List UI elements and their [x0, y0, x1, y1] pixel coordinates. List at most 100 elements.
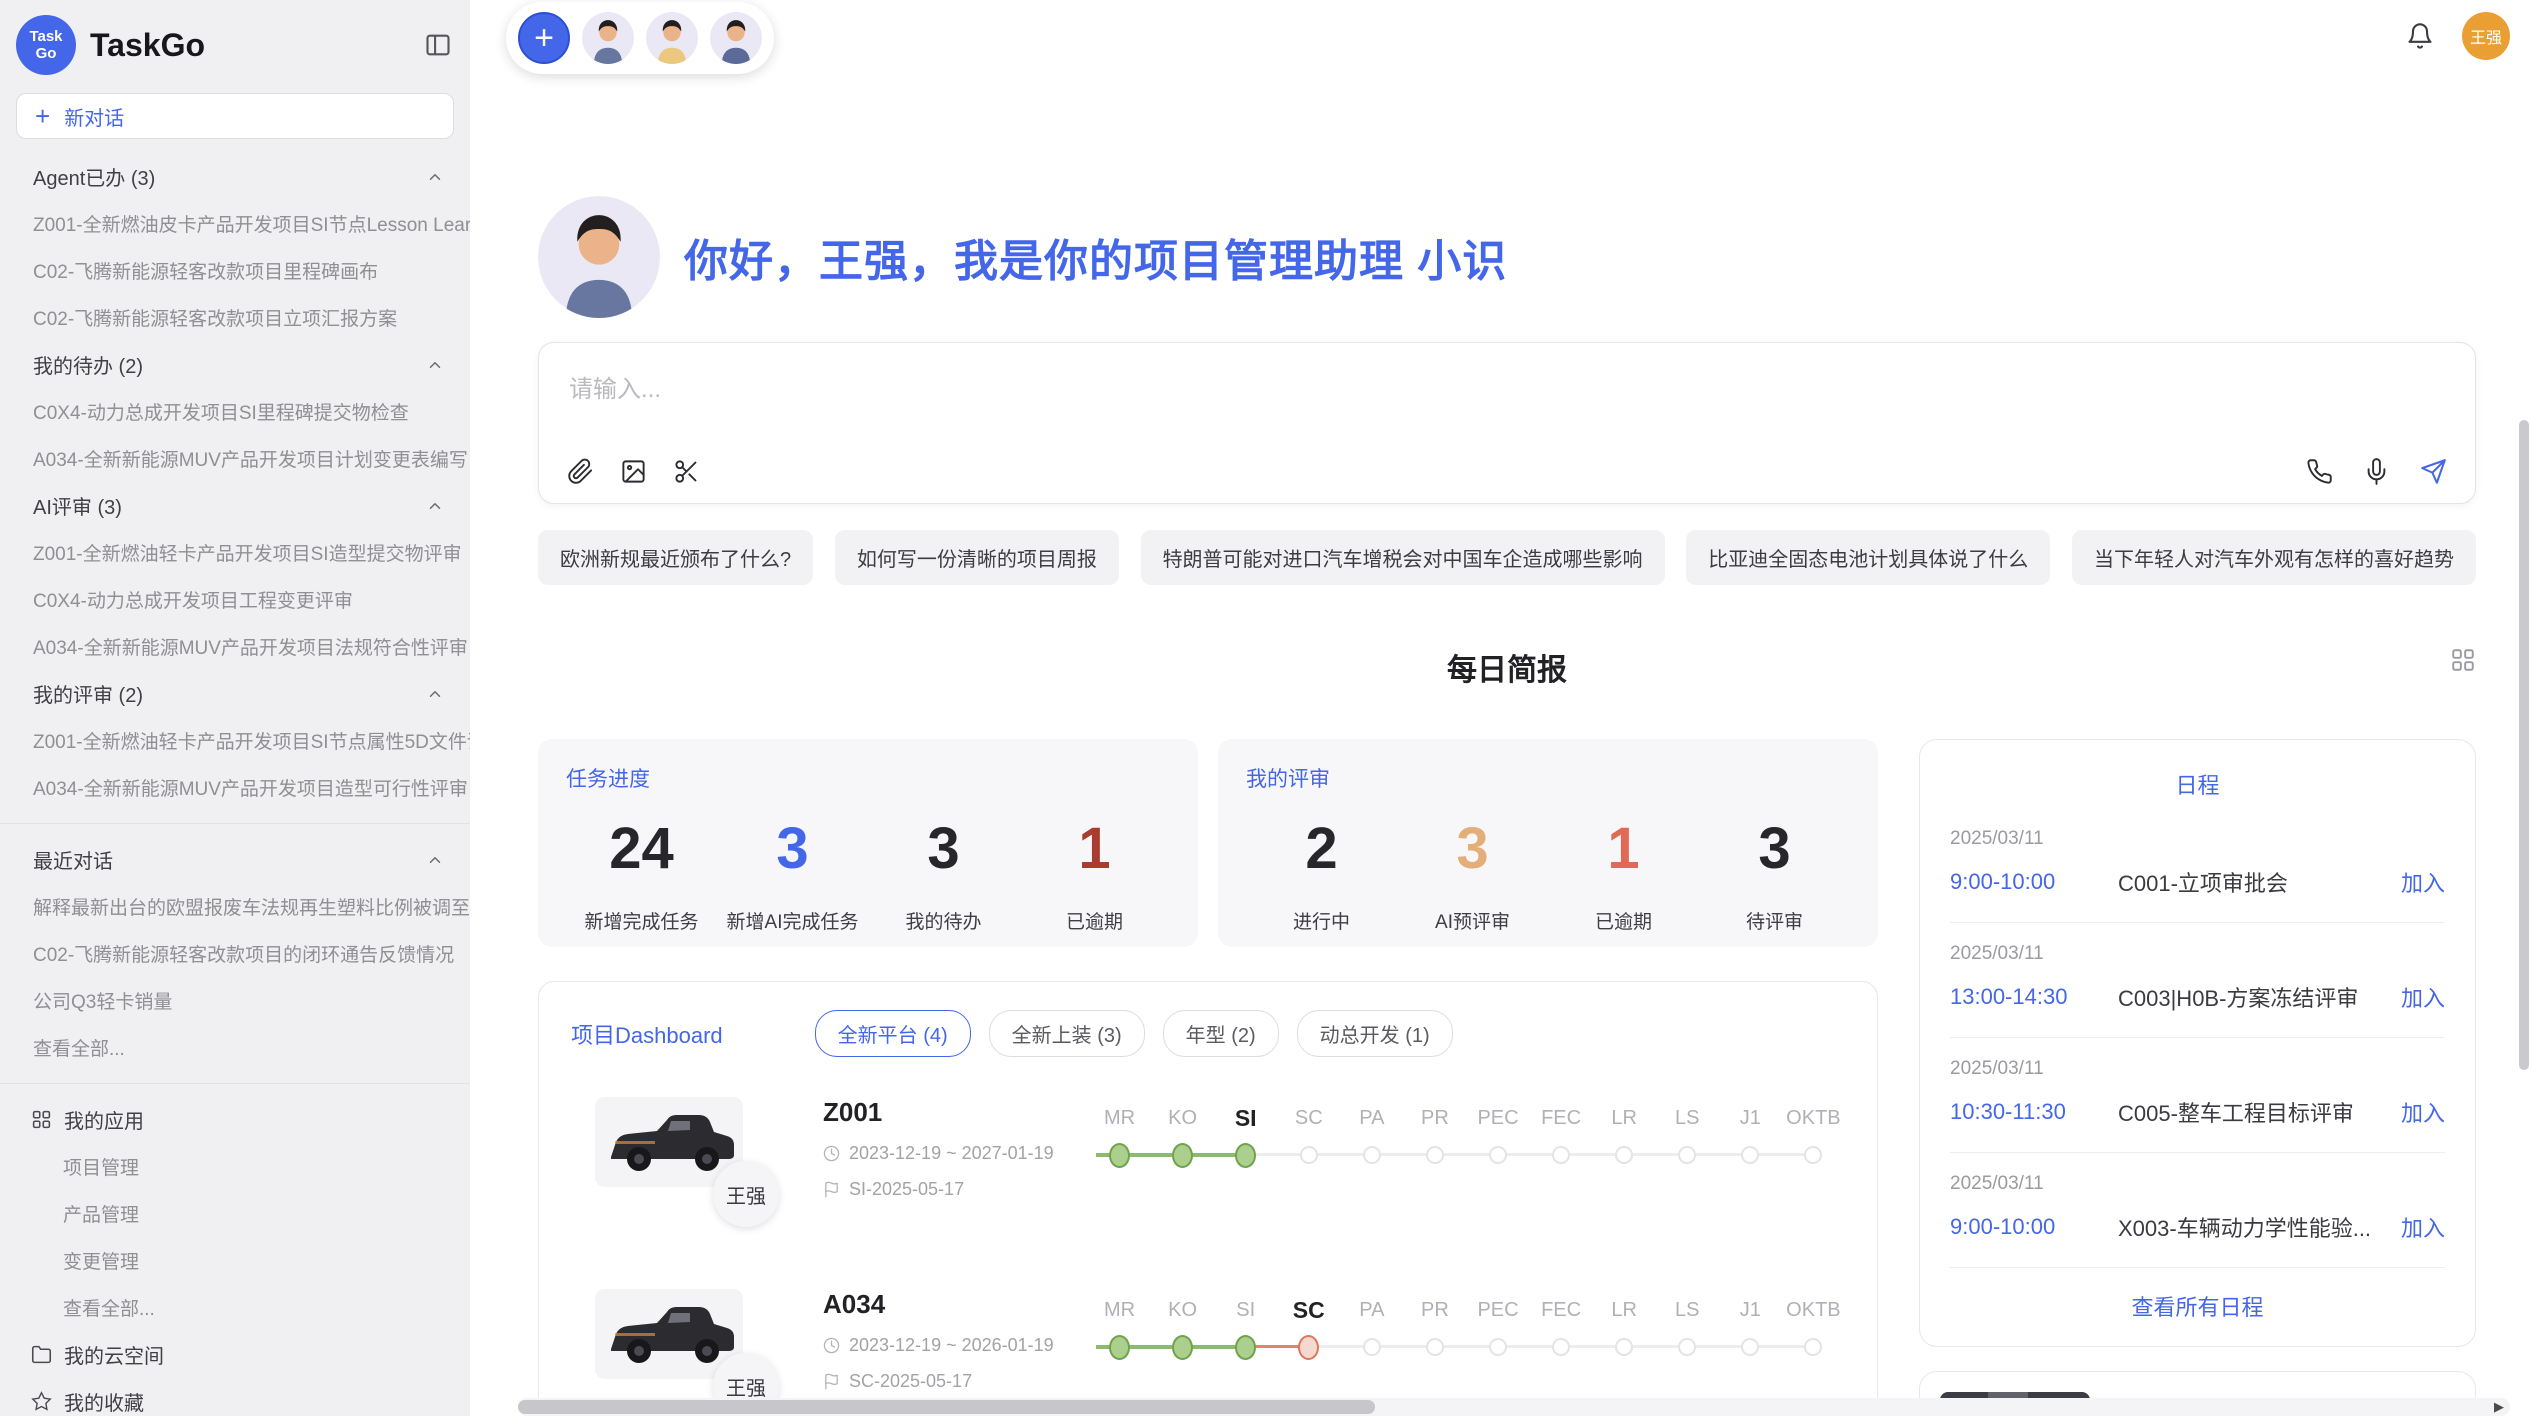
sidebar-task-item[interactable]: Z001-全新燃油皮卡产品开发项目SI节点Lesson Learn报告 — [0, 200, 470, 247]
view-all-schedule-link[interactable]: 查看所有日程 — [1950, 1290, 2445, 1322]
dashboard-tab-2[interactable]: 全新上装 (3) — [989, 1010, 1145, 1057]
stat-label: AI预评审 — [1397, 907, 1548, 934]
join-meeting-link[interactable]: 加入 — [2401, 866, 2445, 898]
milestone-node — [1678, 1338, 1696, 1356]
milestone-pec: PEC — [1466, 1293, 1529, 1367]
chat-composer — [538, 342, 2476, 504]
image-upload-icon[interactable] — [620, 458, 647, 485]
milestone-node — [1552, 1338, 1570, 1356]
new-chat-button[interactable]: + 新对话 — [16, 93, 454, 139]
sidebar-task-item[interactable]: C0X4-动力总成开发项目SI里程碑提交物检查 — [0, 388, 470, 435]
taskgo-logo: Task Go — [16, 15, 76, 75]
milestone-node — [1804, 1338, 1822, 1356]
dashboard-tab-4[interactable]: 动总开发 (1) — [1297, 1010, 1453, 1057]
sidebar-section-header[interactable]: AI评审 (3) — [0, 482, 470, 529]
suggestion-chip[interactable]: 比亚迪全固态电池计划具体说了什么 — [1686, 530, 2050, 585]
join-meeting-link[interactable]: 加入 — [2401, 981, 2445, 1013]
vertical-scrollbar-thumb[interactable] — [2519, 420, 2529, 1070]
sidebar-item-cloud-space[interactable]: 我的云空间 — [0, 1331, 470, 1378]
milestone-pa: PA — [1340, 1101, 1403, 1175]
horizontal-scrollbar-thumb[interactable] — [518, 1400, 1375, 1414]
chat-input[interactable] — [567, 367, 2451, 435]
logo-text-top: Task — [29, 28, 62, 45]
section-title: 我的评审 (2) — [33, 679, 426, 708]
recent-conversation-item[interactable]: C02-飞腾新能源轻客改款项目的闭环通告反馈情况 — [0, 930, 470, 977]
milestone-mr: MR — [1088, 1101, 1151, 1175]
milestone-label: J1 — [1719, 1293, 1782, 1327]
milestone-oktb: OKTB — [1782, 1293, 1845, 1367]
recent-conversation-item[interactable]: 解释最新出台的欧盟报废车法规再生塑料比例被调至15%... — [0, 883, 470, 930]
send-icon[interactable] — [2420, 458, 2447, 485]
dashboard-tab-3[interactable]: 年型 (2) — [1163, 1010, 1279, 1057]
sidebar-item-favorites[interactable]: 我的收藏 — [0, 1378, 470, 1416]
my-apps-label: 我的应用 — [64, 1105, 414, 1134]
milestone-mr: MR — [1088, 1293, 1151, 1367]
sidebar-task-item[interactable]: A034-全新新能源MUV产品开发项目法规符合性评审 — [0, 623, 470, 670]
flag-text: SC-2025-05-17 — [849, 1371, 972, 1392]
microphone-icon[interactable] — [2363, 458, 2390, 485]
stat-value: 2 — [1246, 817, 1397, 881]
suggestion-chip[interactable]: 当下年轻人对汽车外观有怎样的喜好趋势 — [2072, 530, 2476, 585]
screenshot-scissors-icon[interactable] — [673, 458, 700, 485]
sidebar-task-item[interactable]: C02-飞腾新能源轻客改款项目立项汇报方案 — [0, 294, 470, 341]
suggestion-chip[interactable]: 特朗普可能对进口汽车增税会对中国车企造成哪些影响 — [1141, 530, 1665, 585]
logo-text-bottom: Go — [36, 45, 57, 62]
stat-value: 3 — [717, 817, 868, 881]
sidebar-task-item[interactable]: A034-全新新能源MUV产品开发项目造型可行性评审 — [0, 764, 470, 811]
milestone-node — [1615, 1146, 1633, 1164]
horizontal-scrollbar[interactable]: ▶ — [518, 1398, 2510, 1416]
app-sub-item[interactable]: 项目管理 — [0, 1143, 470, 1190]
stat-card-2: 我的评审2进行中3AI预评审1已逾期3待评审 — [1218, 739, 1878, 947]
milestone-j1: J1 — [1719, 1293, 1782, 1367]
dashboard-tab-1[interactable]: 全新平台 (4) — [815, 1010, 971, 1057]
clock-icon — [823, 1337, 840, 1354]
milestone-label: J1 — [1719, 1101, 1782, 1135]
scroll-right-arrow[interactable]: ▶ — [2494, 1399, 2504, 1415]
suggestion-chip[interactable]: 欧洲新规最近颁布了什么? — [538, 530, 813, 585]
apps-view-all-link[interactable]: 查看全部... — [0, 1284, 470, 1331]
sidebar-section-header[interactable]: 我的待办 (2) — [0, 341, 470, 388]
milestone-node — [1235, 1143, 1256, 1168]
join-meeting-link[interactable]: 加入 — [2401, 1211, 2445, 1243]
milestone-node — [1172, 1143, 1193, 1168]
sidebar-collapse-icon[interactable] — [424, 31, 452, 59]
milestone-node — [1489, 1338, 1507, 1356]
layout-grid-icon[interactable] — [2450, 647, 2476, 673]
sidebar-task-item[interactable]: Z001-全新燃油轻卡产品开发项目SI节点属性5D文件评审 — [0, 717, 470, 764]
user-avatar[interactable]: 王强 — [2462, 12, 2510, 60]
flag-icon — [823, 1181, 840, 1198]
project-row[interactable]: 王强A0342023-12-19 ~ 2026-01-19SC-2025-05-… — [571, 1289, 1845, 1416]
add-member-button[interactable]: + — [518, 12, 570, 64]
notification-bell-icon[interactable] — [2406, 22, 2434, 50]
member-avatar[interactable] — [710, 12, 762, 64]
suggestion-chip[interactable]: 如何写一份清晰的项目周报 — [835, 530, 1119, 585]
member-avatar[interactable] — [646, 12, 698, 64]
attachment-icon[interactable] — [567, 458, 594, 485]
sidebar-task-item[interactable]: C02-飞腾新能源轻客改款项目里程碑画布 — [0, 247, 470, 294]
app-sub-item[interactable]: 变更管理 — [0, 1237, 470, 1284]
sidebar-task-item[interactable]: Z001-全新燃油轻卡产品开发项目SI造型提交物评审 — [0, 529, 470, 576]
milestone-node — [1235, 1335, 1256, 1360]
sidebar-task-item[interactable]: C0X4-动力总成开发项目工程变更评审 — [0, 576, 470, 623]
flag-icon — [823, 1373, 840, 1390]
join-meeting-link[interactable]: 加入 — [2401, 1096, 2445, 1128]
sidebar-item-my-apps[interactable]: 我的应用 — [0, 1096, 470, 1143]
composer-left-actions — [567, 458, 700, 485]
recent-conversation-item[interactable]: 公司Q3轻卡销量 — [0, 977, 470, 1024]
member-avatar[interactable] — [582, 12, 634, 64]
sidebar-section-header[interactable]: 我的评审 (2) — [0, 670, 470, 717]
stat-label: 新增完成任务 — [566, 907, 717, 934]
sidebar-section-header-recent[interactable]: 最近对话 — [0, 836, 470, 883]
voice-call-icon[interactable] — [2306, 458, 2333, 485]
sidebar-task-item[interactable]: A034-全新新能源MUV产品开发项目计划变更表编写 — [0, 435, 470, 482]
project-media: 王强 — [595, 1289, 745, 1379]
project-row[interactable]: 王强Z0012023-12-19 ~ 2027-01-19SI-2025-05-… — [571, 1097, 1845, 1249]
milestone-label: PA — [1340, 1101, 1403, 1135]
stat-value: 1 — [1548, 817, 1699, 881]
recent-view-all-link[interactable]: 查看全部... — [0, 1024, 470, 1071]
new-chat-label: 新对话 — [64, 102, 124, 131]
dashboard-header: 项目Dashboard 全新平台 (4)全新上装 (3)年型 (2)动总开发 (… — [571, 1010, 1845, 1057]
stat-进行中: 2进行中 — [1246, 817, 1397, 934]
app-sub-item[interactable]: 产品管理 — [0, 1190, 470, 1237]
sidebar-section-header[interactable]: Agent已办 (3) — [0, 153, 470, 200]
